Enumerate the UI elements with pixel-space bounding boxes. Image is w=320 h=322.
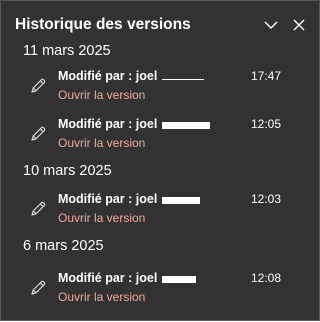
open-version-link[interactable]: Ouvrir la version xyxy=(58,211,145,225)
version-entry[interactable]: Modifié par : joel 17:47 Ouvrir la versi… xyxy=(1,68,319,120)
date-heading: 10 mars 2025 xyxy=(23,163,112,179)
close-icon xyxy=(293,19,305,31)
date-heading: 6 mars 2025 xyxy=(23,238,104,254)
pencil-icon xyxy=(31,126,46,141)
open-version-link[interactable]: Ouvrir la version xyxy=(58,88,145,102)
pencil-icon xyxy=(31,280,46,295)
version-time: 12:05 xyxy=(251,117,282,131)
redacted-name xyxy=(161,79,204,80)
chevron-down-icon xyxy=(264,21,278,29)
modified-by-label: Modifié par : joel xyxy=(58,117,210,131)
modified-by-text: Modifié par : joel xyxy=(58,69,158,83)
version-entry[interactable]: Modifié par : joel 12:08 Ouvrir la versi… xyxy=(1,270,319,322)
modified-by-text: Modifié par : joel xyxy=(58,271,158,285)
redacted-name xyxy=(161,276,196,283)
version-time: 17:47 xyxy=(251,69,282,83)
redacted-name xyxy=(161,197,200,204)
version-time: 12:03 xyxy=(251,192,282,206)
modified-by-label: Modifié par : joel xyxy=(58,69,204,83)
pencil-icon xyxy=(31,201,46,216)
version-time: 12:08 xyxy=(251,271,282,285)
version-history-panel: Historique des versions 11 mars 2025 Mod… xyxy=(0,0,320,321)
date-heading: 11 mars 2025 xyxy=(23,43,111,59)
date-group: 6 mars 2025 Modifié par : joel 12:08 Ouv… xyxy=(1,236,319,304)
modified-by-text: Modifié par : joel xyxy=(58,192,158,206)
panel-header: Historique des versions xyxy=(15,15,309,37)
date-group: 10 mars 2025 Modifié par : joel 12:03 Ou… xyxy=(1,161,319,225)
pencil-icon xyxy=(31,78,46,93)
close-button[interactable] xyxy=(289,15,309,35)
modified-by-label: Modifié par : joel xyxy=(58,192,200,206)
open-version-link[interactable]: Ouvrir la version xyxy=(58,136,145,150)
redacted-name xyxy=(161,122,210,129)
modified-by-text: Modifié par : joel xyxy=(58,117,158,131)
open-version-link[interactable]: Ouvrir la version xyxy=(58,290,145,304)
date-group: 11 mars 2025 Modifié par : joel 17:47 Ou… xyxy=(1,41,319,150)
modified-by-label: Modifié par : joel xyxy=(58,271,196,285)
collapse-button[interactable] xyxy=(261,15,281,35)
panel-title: Historique des versions xyxy=(15,16,191,33)
